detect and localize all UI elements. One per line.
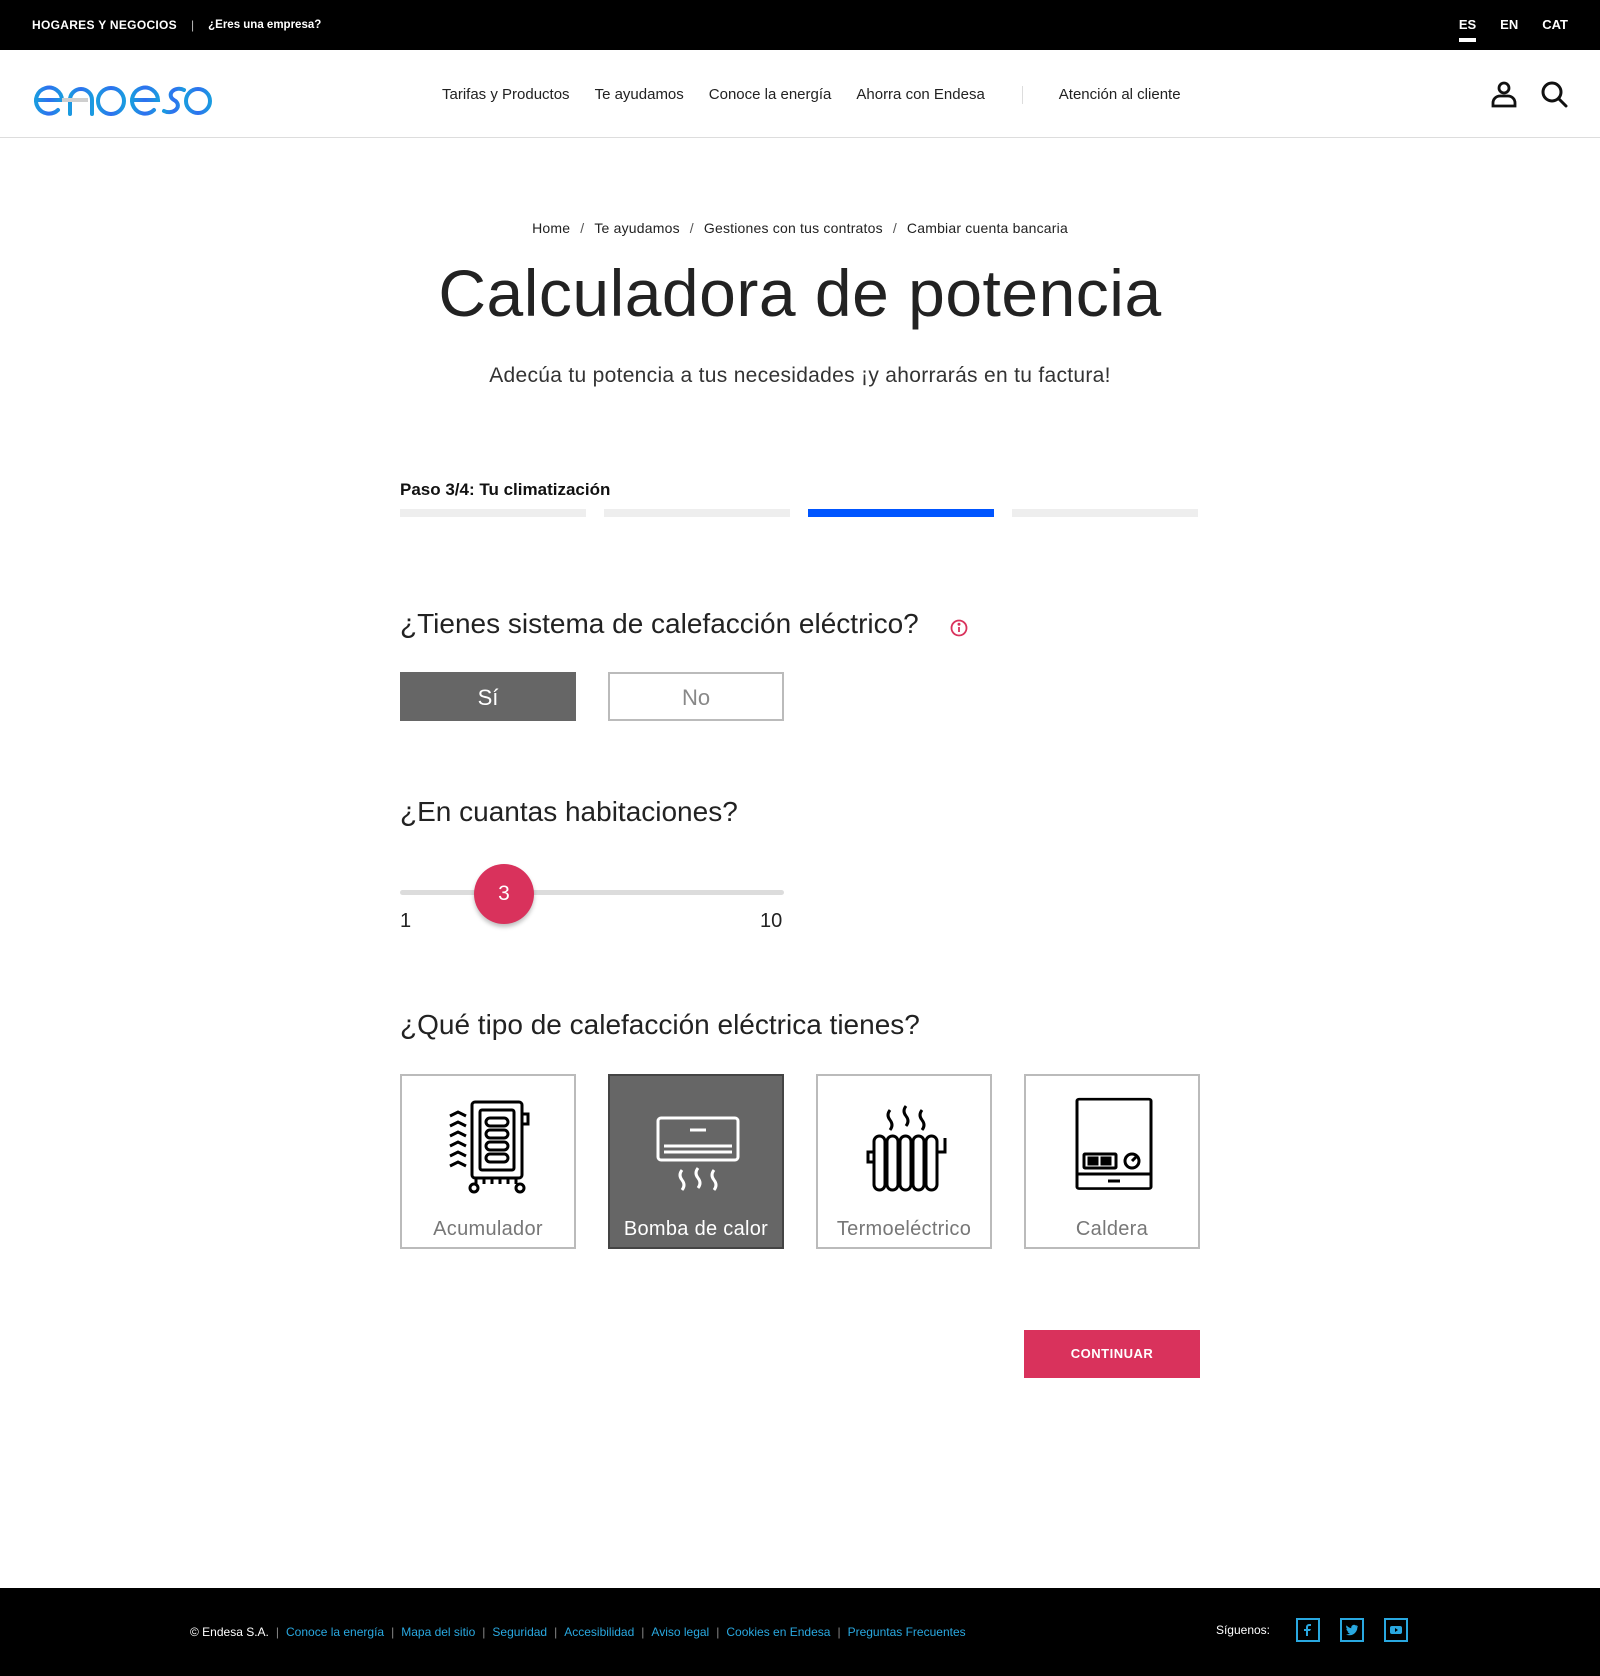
option-termoelectrico[interactable]: Termoeléctrico	[816, 1074, 992, 1249]
follow-label: Síguenos:	[1215, 1623, 1270, 1637]
breadcrumb-cambiar-cuenta[interactable]: Cambiar cuenta bancaria	[907, 220, 1068, 236]
step-progress	[400, 509, 1198, 517]
youtube-icon[interactable]	[1384, 1618, 1408, 1642]
nav-atencion-cliente[interactable]: Atención al cliente	[1059, 86, 1181, 104]
slider-min-label: 1	[400, 910, 412, 932]
progress-segment-3	[808, 509, 994, 517]
accumulator-heater-icon	[449, 1100, 530, 1194]
top-bar: HOGARES Y NEGOCIOS | ¿Eres una empresa? …	[0, 0, 1600, 50]
lang-es[interactable]: ES	[1458, 17, 1477, 42]
option-label: Termoeléctrico	[836, 1218, 972, 1240]
footer: © Endesa S.A. | Conoce la energía | Mapa…	[0, 1588, 1600, 1676]
breadcrumb: Home / Te ayudamos / Gestiones con tus contr…	[532, 220, 1068, 236]
endesa-logo[interactable]	[32, 68, 216, 118]
option-label: Caldera	[1075, 1218, 1149, 1240]
radiator-icon	[866, 1105, 947, 1192]
company-link[interactable]: ¿Eres una empresa?	[208, 19, 321, 31]
heating-no-button[interactable]: No	[608, 672, 784, 721]
footer-link-aviso-legal[interactable]: Aviso legal	[651, 1625, 709, 1639]
footer-link-mapa-sitio[interactable]: Mapa del sitio	[401, 1625, 475, 1639]
continue-button[interactable]: CONTINUAR	[1024, 1330, 1200, 1378]
option-caldera[interactable]: Caldera	[1024, 1074, 1200, 1249]
breadcrumb-te-ayudamos[interactable]: Te ayudamos	[594, 220, 679, 236]
option-acumulador[interactable]: Acumulador	[400, 1074, 576, 1249]
nav-divider	[1021, 86, 1023, 104]
rooms-slider-track[interactable]	[400, 890, 784, 895]
option-label: Bomba de calor	[623, 1218, 769, 1240]
main-header: Tarifas y Productos Te ayudamos Conoce l…	[0, 50, 1600, 138]
lang-en[interactable]: EN	[1500, 17, 1518, 38]
heating-yes-button[interactable]: Sí	[400, 672, 576, 721]
footer-link-conoce-energia[interactable]: Conoce la energía	[286, 1625, 384, 1639]
page-subtitle: Adecúa tu potencia a tus necesidades ¡y …	[489, 364, 1111, 387]
segment-link[interactable]: HOGARES Y NEGOCIOS	[32, 18, 177, 32]
footer-link-faq[interactable]: Preguntas Frecuentes	[848, 1625, 966, 1639]
progress-segment-1	[400, 509, 586, 517]
question-heating: ¿Tienes sistema de calefacción eléctrico…	[400, 608, 919, 639]
nav-conoce-energia[interactable]: Conoce la energía	[709, 86, 832, 104]
twitter-icon[interactable]	[1340, 1618, 1364, 1642]
separator: |	[191, 18, 195, 32]
question-heating-type: ¿Qué tipo de calefacción eléctrica tiene…	[400, 1009, 920, 1040]
option-bomba-de-calor[interactable]: Bomba de calor	[608, 1074, 784, 1249]
search-icon[interactable]	[1540, 80, 1568, 108]
page-title: Calculadora de potencia	[438, 256, 1162, 330]
progress-segment-4	[1012, 509, 1198, 517]
heat-pump-icon	[656, 1116, 740, 1191]
breadcrumb-gestiones[interactable]: Gestiones con tus contratos	[704, 220, 883, 236]
language-switcher: ES EN CAT	[1458, 17, 1568, 42]
slider-max-label: 10	[760, 910, 783, 932]
nav-te-ayudamos[interactable]: Te ayudamos	[595, 86, 684, 104]
nav-tarifas[interactable]: Tarifas y Productos	[442, 86, 570, 104]
nav-ahorra[interactable]: Ahorra con Endesa	[856, 86, 984, 104]
footer-link-accesibilidad[interactable]: Accesibilidad	[564, 1625, 634, 1639]
copyright: © Endesa S.A.	[190, 1625, 269, 1639]
footer-link-seguridad[interactable]: Seguridad	[492, 1625, 547, 1639]
step-label: Paso 3/4: Tu climatización	[400, 480, 611, 499]
question-rooms: ¿En cuantas habitaciones?	[400, 796, 738, 827]
progress-segment-2	[604, 509, 790, 517]
rooms-slider-thumb[interactable]: 3	[474, 864, 534, 924]
facebook-icon[interactable]	[1296, 1618, 1320, 1642]
main-nav: Tarifas y Productos Te ayudamos Conoce l…	[442, 86, 1206, 104]
boiler-icon	[1075, 1097, 1153, 1190]
footer-link-cookies[interactable]: Cookies en Endesa	[726, 1625, 830, 1639]
lang-cat[interactable]: CAT	[1542, 17, 1568, 38]
info-icon[interactable]	[949, 618, 969, 638]
user-icon[interactable]	[1490, 80, 1518, 108]
breadcrumb-home[interactable]: Home	[532, 220, 570, 236]
heating-type-options: Acumulador Bomba de calor Termoeléctrico	[400, 1074, 1200, 1249]
option-label: Acumulador	[433, 1218, 543, 1240]
